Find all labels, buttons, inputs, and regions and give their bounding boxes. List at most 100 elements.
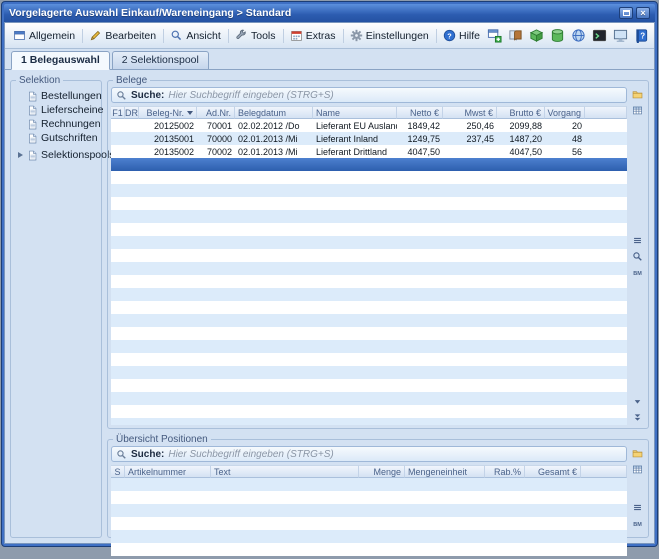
new-window-button[interactable] [485,27,503,45]
table-row-empty[interactable] [111,543,627,556]
list-button[interactable] [631,234,644,247]
table-row-empty[interactable] [111,392,627,405]
bookmark-button[interactable]: BM [631,517,644,530]
column-header-artikelnummer[interactable]: Artikelnummer [125,465,211,478]
belege-search-input[interactable]: Hier Suchbegriff eingeben (STRG+S) [168,90,622,101]
table-row-empty[interactable] [111,418,627,425]
column-header-ad-nr[interactable]: Ad.Nr. [197,106,235,119]
column-label: Netto € [410,108,439,118]
column-header-beleg-nr[interactable]: Beleg-Nr. [139,106,197,119]
zoom-button[interactable] [631,250,644,263]
column-header-mwst[interactable]: Mwst € [443,106,497,119]
table-layout-button[interactable] [631,104,644,117]
menu-einstellungen[interactable]: Einstellungen [346,27,433,44]
column-header-menge[interactable]: Menge [359,465,405,478]
cell-ad-nr [197,392,235,405]
table-row-empty[interactable] [111,340,627,353]
table-row-empty[interactable] [111,236,627,249]
cell-f1 [111,366,125,379]
table-row-empty[interactable] [111,197,627,210]
table-row-empty[interactable] [111,288,627,301]
table-row-empty[interactable] [111,366,627,379]
table-row-empty[interactable] [111,184,627,197]
table-row-empty[interactable] [111,517,627,530]
column-header-rab[interactable]: Rab.% [485,465,525,478]
column-header-vorgang[interactable]: Vorgang [545,106,585,119]
cell-filler [581,517,627,530]
expander-spacer [16,106,24,115]
menu-allgemein[interactable]: Allgemein [9,27,79,44]
menu-extras[interactable]: Extras [286,27,340,44]
cell-vorgang: 20 [545,119,585,132]
globe-button[interactable] [569,27,587,45]
sidebar-item-selektionspools[interactable]: Selektionspools [14,148,98,162]
positionen-search-input[interactable]: Hier Suchbegriff eingeben (STRG+S) [168,449,622,460]
folder-button[interactable] [631,447,644,460]
menu-hilfe[interactable]: ?Hilfe [439,27,484,44]
menu-ansicht[interactable]: Ansicht [166,27,224,44]
folder-button[interactable] [631,88,644,101]
column-header-brutto[interactable]: Brutto € [497,106,545,119]
maximize-button[interactable] [619,7,633,19]
menu-bearbeiten[interactable]: Bearbeiten [85,27,160,44]
table-row-empty[interactable] [111,530,627,543]
help-book-button[interactable]: ? [632,27,650,45]
table-row-empty[interactable] [111,210,627,223]
table-row-empty[interactable] [111,478,627,491]
column-header-dr[interactable]: DR [125,106,139,119]
table-row[interactable]: 201350027000202.01.2013 /MiLieferant Dri… [111,145,627,158]
column-header-belegdatum[interactable]: Belegdatum [235,106,313,119]
table-row-empty[interactable] [111,314,627,327]
column-label: Rab.% [494,467,521,477]
column-header-text[interactable]: Text [211,465,359,478]
sidebar-item-gutschriften[interactable]: Gutschriften [14,131,98,145]
column-header-f1[interactable]: F1 [111,106,125,119]
titlebar[interactable]: Vorgelagerte Auswahl Einkauf/Wareneingan… [4,4,655,22]
table-row-empty[interactable] [111,301,627,314]
close-button[interactable]: × [636,7,650,19]
list-button[interactable] [631,501,644,514]
column-header-gesamt[interactable]: Gesamt € [525,465,581,478]
tab-1-belegauswahl[interactable]: 1 Belegauswahl [11,51,110,70]
column-header-mengeneinheit[interactable]: Mengeneinheit [405,465,485,478]
column-header-name[interactable]: Name [313,106,397,119]
cell-s [111,530,125,543]
catalog-button[interactable] [506,27,524,45]
column-header-s[interactable]: S [111,465,125,478]
table-row-empty[interactable] [111,405,627,418]
database-button[interactable] [548,27,566,45]
cell-ad-nr [197,418,235,425]
sidebar-item-bestellungen[interactable]: Bestellungen [14,89,98,103]
globe-icon [571,28,586,43]
cell-f1 [111,288,125,301]
column-header-netto[interactable]: Netto € [397,106,443,119]
table-row[interactable]: 201350017000002.01.2013 /MiLieferant Inl… [111,132,627,145]
table-row-empty[interactable] [111,353,627,366]
table-row-empty[interactable] [111,249,627,262]
sidebar-item-lieferscheine[interactable]: Lieferscheine [14,103,98,117]
cell-name [313,171,397,184]
menu-tools[interactable]: Tools [231,27,280,44]
arrow-double-down-button[interactable] [631,411,644,424]
window-title: Vorgelagerte Auswahl Einkauf/Wareneingan… [9,7,291,19]
cell-f1 [111,132,125,145]
table-row-empty[interactable] [111,223,627,236]
table-layout-button[interactable] [631,463,644,476]
expander-icon[interactable] [16,151,24,160]
terminal-button[interactable] [590,27,608,45]
table-row-empty[interactable] [111,379,627,392]
sidebar-item-rechnungen[interactable]: Rechnungen [14,117,98,131]
table-row-selected[interactable] [111,158,627,171]
tab-2-selektionspool[interactable]: 2 Selektionspool [112,51,209,70]
table-row-empty[interactable] [111,262,627,275]
table-row-empty[interactable] [111,491,627,504]
arrow-down-button[interactable] [631,395,644,408]
table-row-empty[interactable] [111,171,627,184]
monitor-button[interactable] [611,27,629,45]
table-row-empty[interactable] [111,504,627,517]
table-row[interactable]: 201250027000102.02.2012 /DoLieferant EU … [111,119,627,132]
table-row-empty[interactable] [111,327,627,340]
bookmark-button[interactable]: BM [631,266,644,279]
table-row-empty[interactable] [111,275,627,288]
package-button[interactable] [527,27,545,45]
